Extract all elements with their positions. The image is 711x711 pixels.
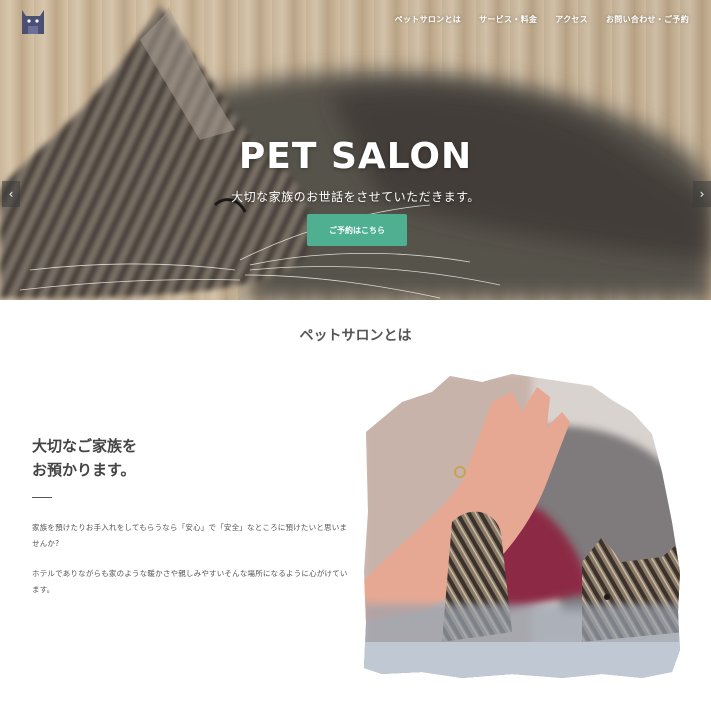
about-headline: 大切なご家族を お預かります。 [32, 434, 137, 482]
section-title: ペットサロンとは [299, 328, 412, 344]
nav-item-services[interactable]: サービス・料金 [479, 14, 537, 25]
nav-item-contact[interactable]: お問い合わせ・ご予約 [606, 14, 689, 25]
slider-next-button[interactable]: › [693, 181, 711, 207]
nav-item-about[interactable]: ペットサロンとは [395, 14, 461, 25]
divider [32, 497, 52, 498]
headline-line-1: 大切なご家族を [32, 437, 138, 455]
chevron-left-icon: ‹ [8, 187, 14, 201]
headline-line-2: お預かります。 [32, 461, 136, 479]
main-nav: ペットサロンとは サービス・料金 アクセス お問い合わせ・ご予約 [395, 14, 689, 25]
hero-title: PET SALON [238, 136, 473, 177]
cat-logo-icon[interactable] [20, 6, 46, 36]
nav-item-access[interactable]: アクセス [555, 14, 588, 25]
about-paragraph-2: ホテルでありながらも家のような暖かさや親しみやすいそんな場所になるように心がけて… [32, 569, 348, 594]
chevron-right-icon: › [699, 187, 705, 201]
reserve-button[interactable]: ご予約はこちら [307, 214, 407, 246]
hand-and-cat-image [364, 374, 680, 678]
slider-prev-button[interactable]: ‹ [2, 181, 20, 207]
hero-slider: ペットサロンとは サービス・料金 アクセス お問い合わせ・ご予約 PET SAL… [0, 0, 711, 300]
hero-subtitle: 大切な家族のお世話をさせていただきます。 [231, 190, 480, 204]
about-paragraph-1: 家族を預けたりお手入れをしてもらうなら「安心」で「安全」なところに預けたいと思い… [32, 523, 348, 548]
